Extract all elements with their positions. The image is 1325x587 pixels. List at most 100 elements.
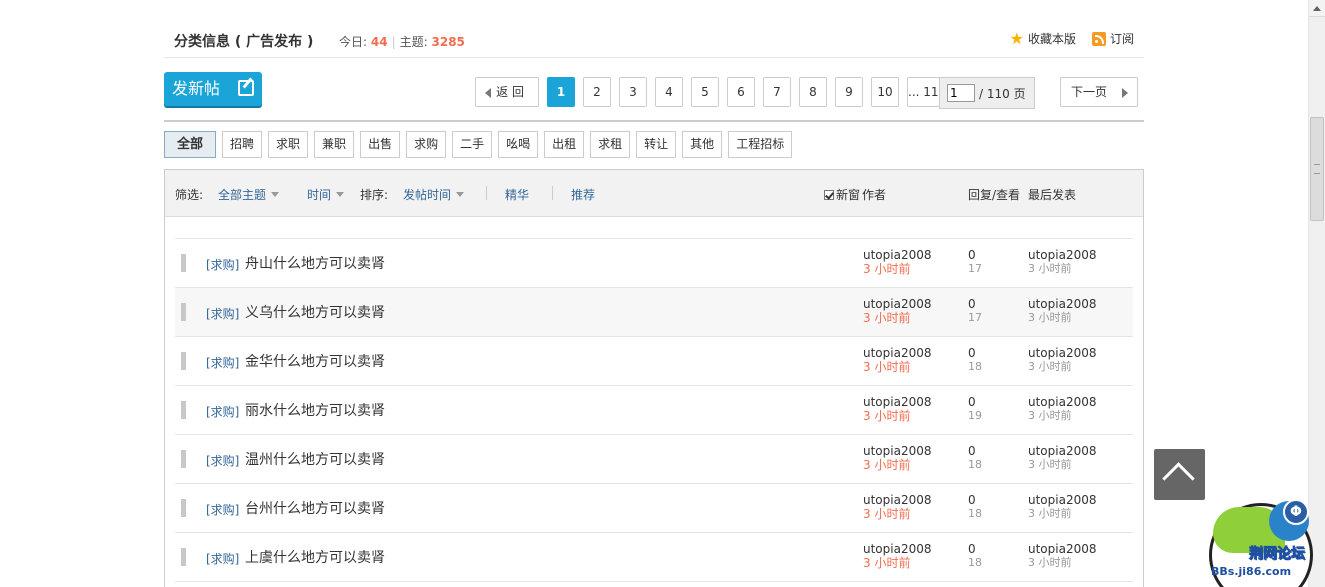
thread-time: 3 小时前	[863, 360, 911, 374]
thread-author[interactable]: utopia2008	[863, 395, 932, 409]
cat-other[interactable]: 其他	[682, 131, 723, 158]
thread-status-icon	[181, 499, 186, 517]
page-1[interactable]: 1	[547, 77, 575, 107]
last-poster[interactable]: utopia2008	[1028, 542, 1097, 556]
page-10[interactable]: 10	[871, 77, 899, 107]
last-poster[interactable]: utopia2008	[1028, 493, 1097, 507]
checkbox-checked-icon	[824, 190, 834, 200]
thread-time: 3 小时前	[863, 507, 911, 521]
category-tabs: 全部 招聘 求职 兼职 出售 求购 二手 吆喝 出租 求租 转让 其他 工程招标	[164, 131, 793, 158]
last-poster[interactable]: utopia2008	[1028, 248, 1097, 262]
cat-recruit[interactable]: 招聘	[222, 131, 263, 158]
page-8[interactable]: 8	[799, 77, 827, 107]
cat-part-time[interactable]: 兼职	[314, 131, 355, 158]
last-poster[interactable]: utopia2008	[1028, 346, 1097, 360]
thread-author[interactable]: utopia2008	[863, 542, 932, 556]
cat-transfer[interactable]: 转让	[636, 131, 677, 158]
last-post-time[interactable]: 3 小时前	[1028, 360, 1097, 374]
back-button[interactable]: 返 回	[475, 77, 539, 107]
caret-down-icon	[271, 192, 280, 197]
post-time-dropdown[interactable]: 发帖时间	[403, 186, 465, 203]
last-post-time[interactable]: 3 小时前	[1028, 458, 1097, 472]
cat-all[interactable]: 全部	[164, 131, 217, 158]
page-9[interactable]: 9	[835, 77, 863, 107]
page-4[interactable]: 4	[655, 77, 683, 107]
new-post-button[interactable]: 发新帖	[164, 72, 262, 106]
thread-title[interactable]: 丽水什么地方可以卖肾	[245, 400, 385, 420]
mascot-url-text: BBs.ji86.com	[1211, 565, 1292, 578]
cat-rent-seek[interactable]: 求租	[590, 131, 631, 158]
thread-tag[interactable]: [求购]	[206, 501, 239, 518]
thread-tag[interactable]: [求购]	[206, 403, 239, 420]
thread-title[interactable]: 义乌什么地方可以卖肾	[245, 302, 385, 322]
page-7[interactable]: 7	[763, 77, 791, 107]
reply-count: 0	[968, 444, 976, 458]
view-count: 17	[968, 311, 982, 324]
thread-title[interactable]: 舟山什么地方可以卖肾	[245, 253, 385, 273]
thread-time: 3 小时前	[863, 409, 911, 423]
new-window-checkbox[interactable]: 新窗	[824, 186, 860, 203]
thread-author[interactable]: utopia2008	[863, 248, 932, 262]
cat-second-hand[interactable]: 二手	[452, 131, 493, 158]
separator	[552, 186, 553, 200]
recommend-link[interactable]: 推荐	[571, 186, 595, 203]
last-post-time[interactable]: 3 小时前	[1028, 262, 1097, 276]
thread-time: 3 小时前	[863, 262, 911, 276]
cat-sell[interactable]: 出售	[360, 131, 401, 158]
thread-title[interactable]: 台州什么地方可以卖肾	[245, 498, 385, 518]
thread-author[interactable]: utopia2008	[863, 493, 932, 507]
scrollbar-thumb[interactable]	[1310, 117, 1324, 221]
thread-title[interactable]: 上虞什么地方可以卖肾	[245, 547, 385, 567]
cat-job-seek[interactable]: 求职	[268, 131, 309, 158]
digest-link[interactable]: 精华	[505, 186, 529, 203]
page-jump-input[interactable]	[947, 84, 975, 102]
divider	[164, 120, 1144, 122]
forum-mascot-logo[interactable]: Φ 荆网论坛 BBs.ji86.com	[1207, 497, 1325, 587]
last-post-time[interactable]: 3 小时前	[1028, 507, 1097, 521]
reply-count: 0	[968, 248, 976, 262]
cat-shout[interactable]: 吆喝	[498, 131, 539, 158]
page-6[interactable]: 6	[727, 77, 755, 107]
cat-tender[interactable]: 工程招标	[728, 131, 793, 158]
thread-tag[interactable]: [求购]	[206, 550, 239, 567]
scroll-up-arrow-icon[interactable]	[1309, 0, 1325, 17]
mascot-badge-icon: Φ	[1283, 499, 1309, 525]
thread-list: 筛选: 全部主题 时间 排序: 发帖时间 精华 推荐 新窗 作者 回复/查看 最…	[164, 169, 1144, 587]
thread-tag[interactable]: [求购]	[206, 305, 239, 322]
last-post-time[interactable]: 3 小时前	[1028, 311, 1097, 325]
last-poster[interactable]: utopia2008	[1028, 395, 1097, 409]
page-11[interactable]: ... 11	[907, 77, 940, 107]
page-2[interactable]: 2	[583, 77, 611, 107]
thread-time: 3 小时前	[863, 556, 911, 570]
caret-down-icon	[456, 192, 465, 197]
view-count: 17	[968, 262, 982, 275]
time-dropdown[interactable]: 时间	[307, 186, 345, 203]
cat-buy[interactable]: 求购	[406, 131, 447, 158]
last-post-time[interactable]: 3 小时前	[1028, 556, 1097, 570]
topics-label: 主题:	[399, 35, 428, 49]
star-icon: ★	[1009, 28, 1024, 48]
new-post-label: 发新帖	[172, 79, 221, 98]
table-row: [求购] 丽水什么地方可以卖肾 utopia2008 3 小时前 0 19 utop…	[175, 386, 1133, 435]
thread-tag[interactable]: [求购]	[206, 452, 239, 469]
thread-author[interactable]: utopia2008	[863, 444, 932, 458]
thread-tag[interactable]: [求购]	[206, 354, 239, 371]
cat-rent-out[interactable]: 出租	[544, 131, 585, 158]
thread-title[interactable]: 金华什么地方可以卖肾	[245, 351, 385, 371]
last-post-time[interactable]: 3 小时前	[1028, 409, 1097, 423]
back-to-top-button[interactable]	[1154, 449, 1205, 500]
thread-author[interactable]: utopia2008	[863, 346, 932, 360]
thread-tag[interactable]: [求购]	[206, 256, 239, 273]
all-topics-dropdown[interactable]: 全部主题	[218, 186, 280, 203]
page-3[interactable]: 3	[619, 77, 647, 107]
thread-author[interactable]: utopia2008	[863, 297, 932, 311]
next-page-button[interactable]: 下一页	[1060, 77, 1138, 107]
page-5[interactable]: 5	[691, 77, 719, 107]
thread-time: 3 小时前	[863, 311, 911, 325]
subscribe-link[interactable]: 订阅	[1091, 30, 1134, 47]
pagination: 返 回 1 2 3 4 5 6 7 8 9 10 ... 11	[475, 77, 940, 107]
last-poster[interactable]: utopia2008	[1028, 444, 1097, 458]
last-poster[interactable]: utopia2008	[1028, 297, 1097, 311]
favorite-link[interactable]: ★ 收藏本版	[1010, 30, 1076, 47]
thread-title[interactable]: 温州什么地方可以卖肾	[245, 449, 385, 469]
